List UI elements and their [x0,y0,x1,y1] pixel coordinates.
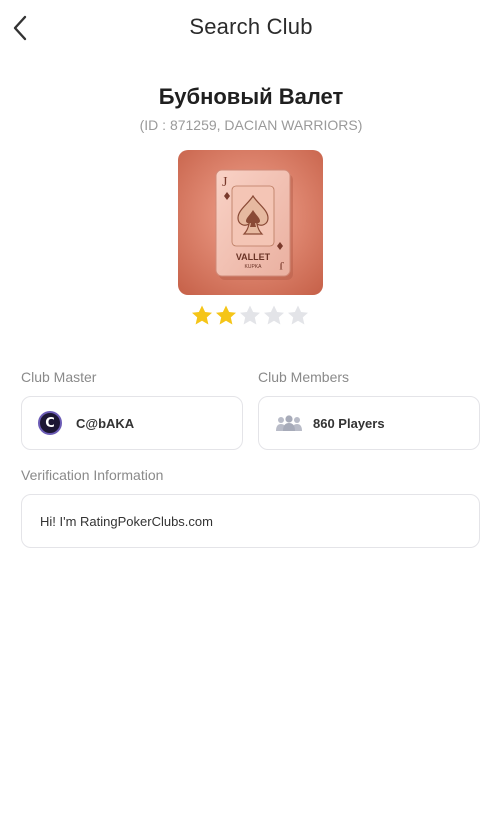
club-members-card: 860 Players [258,396,480,450]
club-id: (ID : 871259, DACIAN WARRIORS) [139,117,363,133]
club-master-label: Club Master [21,369,97,385]
avatar-letter: C [45,415,55,431]
club-name: Бубновый Валет [158,84,344,109]
svg-text:J: J [222,175,228,190]
svg-text:KUPKA: KUPKA [245,264,263,270]
rating-stars [190,304,310,326]
verification-label: Verification Information [21,467,164,483]
star-empty-icon [288,305,308,325]
verification-text: Hi! I'm RatingPokerClubs.com [40,513,213,529]
star-empty-icon [264,305,284,325]
star-empty-icon [240,305,260,325]
svg-text:VALLET: VALLET [236,252,271,262]
club-members-label: Club Members [258,369,350,385]
page-title: Search Club [189,14,313,39]
star-filled-icon [216,305,236,325]
club-master-card: C C@bAKA [21,396,243,450]
club-logo-image: J VALLET KUPKA J [178,150,323,295]
star-filled-icon [192,305,212,325]
verification-card: Hi! I'm RatingPokerClubs.com [21,494,480,548]
club-members-count: 860 Players [313,415,385,431]
svg-text:J: J [279,259,284,273]
club-master-name: C@bAKA [76,415,135,431]
people-group-icon [276,415,302,431]
avatar: C [38,411,62,435]
top-bar: Search Club [0,0,502,56]
